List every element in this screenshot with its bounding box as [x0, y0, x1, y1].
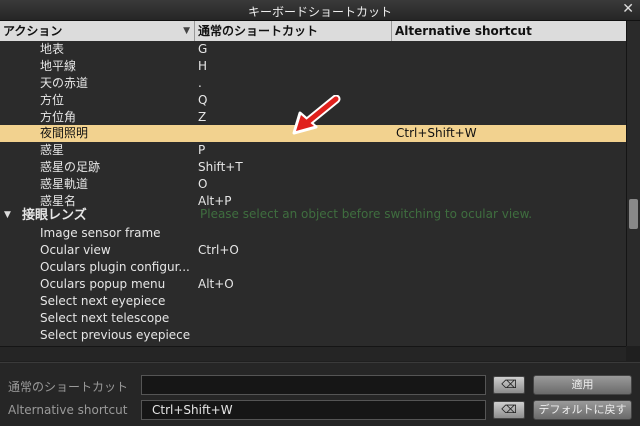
restore-defaults-button[interactable]: デフォルトに戻す: [533, 400, 632, 420]
alternative-shortcut-field[interactable]: Ctrl+Shift+W: [141, 400, 486, 420]
action-name: Oculars plugin configur...: [40, 260, 190, 274]
primary-shortcut: P: [198, 143, 206, 157]
alternative-shortcut: Ctrl+Shift+W: [396, 126, 477, 140]
scrollbar-thumb[interactable]: [629, 199, 638, 229]
list-item[interactable]: Ocular view Ctrl+O: [0, 242, 626, 259]
action-name: Select next telescope: [40, 311, 170, 325]
list-item[interactable]: Image sensor frame: [0, 225, 626, 242]
primary-shortcut: Shift+T: [198, 160, 243, 174]
primary-shortcut: Ctrl+O: [198, 243, 239, 257]
sort-descending-icon: ▼: [183, 26, 190, 36]
title-bar: キーボードショートカット ✕: [0, 0, 640, 21]
primary-shortcut: Alt+O: [198, 277, 234, 291]
alternative-shortcut-label: Alternative shortcut: [8, 403, 128, 417]
action-name: Image sensor frame: [40, 226, 161, 240]
primary-shortcut: H: [198, 59, 208, 73]
action-name: 地表: [40, 42, 65, 56]
table-header: アクション ▼ 通常のショートカット Alternative shortcut: [0, 21, 626, 41]
primary-shortcut-label: 通常のショートカット: [8, 380, 129, 394]
list-item[interactable]: 天の赤道 .: [0, 75, 626, 92]
action-name: 天の赤道: [40, 76, 89, 90]
action-name: 夜間照明: [40, 126, 89, 140]
action-name: 地平線: [40, 59, 77, 73]
column-header-action[interactable]: アクション ▼: [0, 21, 195, 41]
action-name: 惑星軌道: [40, 177, 89, 191]
primary-shortcut-field[interactable]: [141, 375, 486, 395]
action-name: 方位: [40, 93, 65, 107]
action-name: 惑星: [40, 143, 65, 157]
primary-shortcut: G: [198, 42, 208, 56]
action-name: Select next eyepiece: [40, 294, 166, 308]
list-item[interactable]: 惑星軌道 O: [0, 176, 626, 193]
vertical-scrollbar[interactable]: [626, 21, 640, 346]
clear-primary-icon[interactable]: ⌫: [493, 376, 525, 394]
apply-button[interactable]: 適用: [533, 375, 632, 395]
action-name: Oculars popup menu: [40, 277, 166, 291]
list-item[interactable]: 地表 G: [0, 41, 626, 58]
collapse-triangle-icon[interactable]: ▼: [4, 207, 11, 224]
list-item[interactable]: Oculars popup menu Alt+O: [0, 276, 626, 293]
action-name: 方位角: [40, 110, 77, 124]
list-item[interactable]: Select next eyepiece: [0, 293, 626, 310]
column-header-alternative[interactable]: Alternative shortcut: [392, 21, 626, 41]
action-name: Ocular view: [40, 243, 111, 257]
close-icon[interactable]: ✕: [622, 1, 634, 17]
column-header-action-label: アクション: [3, 24, 63, 38]
group-label: 接眼レンズ: [22, 208, 87, 223]
shortcut-list[interactable]: 地表 G 地平線 H 天の赤道 . 方位 Q 方位角 Z 夜間照明 Ctrl+S…: [0, 41, 626, 346]
list-item[interactable]: 惑星 P: [0, 142, 626, 159]
horizontal-scrollbar[interactable]: [0, 346, 626, 361]
list-item[interactable]: Select previous eyepiece: [0, 327, 626, 344]
list-item[interactable]: 地平線 H: [0, 58, 626, 75]
primary-shortcut: .: [198, 76, 202, 90]
action-name: 惑星の足跡: [40, 160, 101, 174]
ocular-hint-message: Please select an object before switching…: [200, 207, 533, 221]
list-item[interactable]: Oculars plugin configur...: [0, 259, 626, 276]
column-header-primary[interactable]: 通常のショートカット: [195, 21, 392, 41]
list-item[interactable]: Select next telescope: [0, 310, 626, 327]
list-item[interactable]: 惑星の足跡 Shift+T: [0, 159, 626, 176]
action-name: Select previous eyepiece: [40, 328, 191, 342]
shortcut-editor: 通常のショートカット ⌫ 適用 Alternative shortcut Ctr…: [0, 362, 640, 426]
primary-shortcut: O: [198, 177, 208, 191]
annotation-arrow-icon: [292, 95, 341, 135]
clear-alternative-icon[interactable]: ⌫: [493, 401, 525, 419]
window-title: キーボードショートカット: [247, 5, 392, 19]
